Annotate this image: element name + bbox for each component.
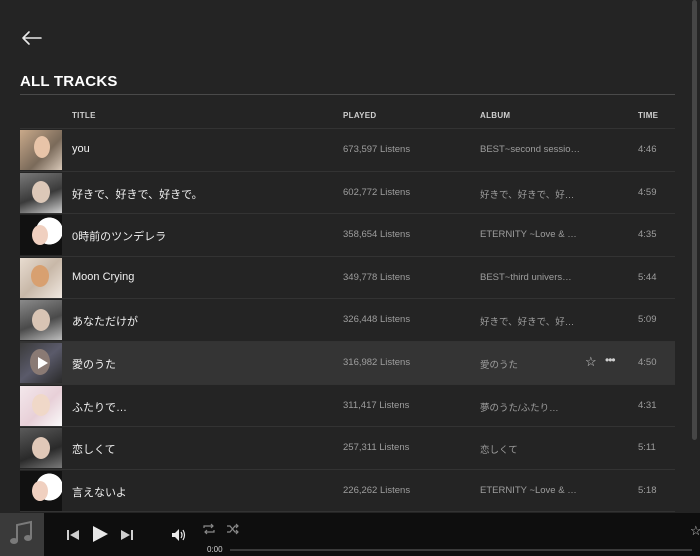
shuffle-icon[interactable]	[226, 523, 240, 535]
next-icon[interactable]	[120, 528, 134, 542]
track-listens: 226,262 Listens	[343, 484, 411, 496]
album-art	[20, 470, 62, 511]
track-row[interactable]: Moon Crying 349,778 Listens BEST~third u…	[20, 257, 675, 300]
track-row[interactable]: 恋しくて 257,311 Listens 恋しくて 5:11	[20, 427, 675, 470]
track-title[interactable]: 好きで、好きで、好きで。	[72, 186, 203, 202]
track-listens: 257,311 Listens	[343, 442, 410, 454]
star-icon[interactable]: ☆	[585, 354, 597, 370]
track-album[interactable]: BEST~third univers…	[480, 272, 572, 283]
track-title[interactable]: あなただけが	[72, 313, 138, 329]
track-title[interactable]: ふたりで…	[72, 399, 127, 415]
album-art	[20, 385, 62, 426]
track-row[interactable]: you 673,597 Listens BEST~second sessio… …	[20, 129, 675, 172]
play-overlay-icon[interactable]	[33, 354, 51, 372]
track-time: 5:09	[638, 314, 657, 326]
album-art	[20, 300, 62, 341]
track-time: 4:50	[638, 356, 657, 368]
repeat-icon[interactable]	[202, 523, 216, 535]
track-row-active[interactable]: 愛のうた 316,982 Listens 愛のうた ☆ ••• 4:50	[20, 341, 675, 385]
previous-icon[interactable]	[66, 528, 80, 542]
track-title[interactable]: you	[72, 143, 90, 155]
track-album[interactable]: 好きで、好きで、好…	[480, 187, 574, 201]
section-title: ALL TRACKS	[20, 73, 118, 90]
track-row[interactable]: 言えないよ 226,262 Listens ETERNITY ~Love & ……	[20, 470, 675, 513]
album-art	[20, 215, 62, 256]
title-divider	[20, 94, 675, 95]
track-album[interactable]: 夢のうた/ふたり…	[480, 400, 559, 414]
track-time: 4:31	[638, 399, 657, 411]
progress-bar[interactable]	[230, 549, 692, 551]
column-header-time: TIME	[638, 111, 659, 120]
volume-icon[interactable]	[171, 527, 187, 543]
track-album[interactable]: ETERNITY ~Love & …	[480, 485, 577, 496]
track-time: 4:59	[638, 186, 657, 198]
column-header-played: PLAYED	[343, 111, 377, 120]
track-album[interactable]: ETERNITY ~Love & …	[480, 229, 577, 240]
track-time: 5:18	[638, 484, 657, 496]
track-listens: 602,772 Listens	[343, 186, 411, 198]
track-row[interactable]: 0時前のツンデレラ 358,654 Listens ETERNITY ~Love…	[20, 214, 675, 257]
current-time: 0:00	[207, 545, 223, 554]
track-listens: 349,778 Listens	[343, 271, 411, 283]
music-note-icon	[10, 520, 32, 544]
player-bar: 0:00 ☆	[0, 513, 700, 556]
star-icon[interactable]: ☆	[690, 523, 700, 539]
album-art	[20, 428, 62, 469]
track-listens: 311,417 Listens	[343, 399, 410, 411]
track-album[interactable]: 好きで、好きで、好…	[480, 314, 574, 328]
column-header-title: TITLE	[72, 111, 96, 120]
track-row[interactable]: あなただけが 326,448 Listens 好きで、好きで、好… 5:09	[20, 299, 675, 342]
track-time: 5:44	[638, 271, 657, 283]
play-icon[interactable]	[90, 524, 110, 544]
scrollbar[interactable]	[692, 0, 697, 440]
track-time: 4:35	[638, 229, 657, 241]
track-title[interactable]: 0時前のツンデレラ	[72, 228, 166, 244]
track-list: you 673,597 Listens BEST~second sessio… …	[20, 129, 675, 513]
track-time: 5:11	[638, 442, 656, 454]
track-album[interactable]: 愛のうた	[480, 357, 518, 371]
arrow-left-icon	[22, 31, 42, 45]
column-header-album: ALBUM	[480, 111, 511, 120]
track-title[interactable]: Moon Crying	[72, 271, 134, 283]
track-listens: 358,654 Listens	[343, 229, 411, 241]
back-button[interactable]	[18, 26, 46, 50]
now-playing-art	[0, 513, 44, 556]
track-album[interactable]: 恋しくて	[480, 442, 518, 456]
track-title[interactable]: 言えないよ	[72, 484, 127, 500]
track-row[interactable]: 好きで、好きで、好きで。 602,772 Listens 好きで、好きで、好… …	[20, 172, 675, 215]
more-icon[interactable]: •••	[605, 353, 616, 367]
album-art	[20, 172, 62, 213]
track-listens: 326,448 Listens	[343, 314, 411, 326]
album-art	[20, 130, 62, 170]
track-time: 4:46	[638, 144, 657, 155]
track-listens: 316,982 Listens	[343, 356, 411, 368]
track-title[interactable]: 恋しくて	[72, 441, 116, 457]
track-row[interactable]: ふたりで… 311,417 Listens 夢のうた/ふたり… 4:31	[20, 385, 675, 428]
track-listens: 673,597 Listens	[343, 144, 411, 155]
album-art	[20, 257, 62, 298]
track-title[interactable]: 愛のうた	[72, 356, 116, 372]
track-album[interactable]: BEST~second sessio…	[480, 144, 580, 155]
